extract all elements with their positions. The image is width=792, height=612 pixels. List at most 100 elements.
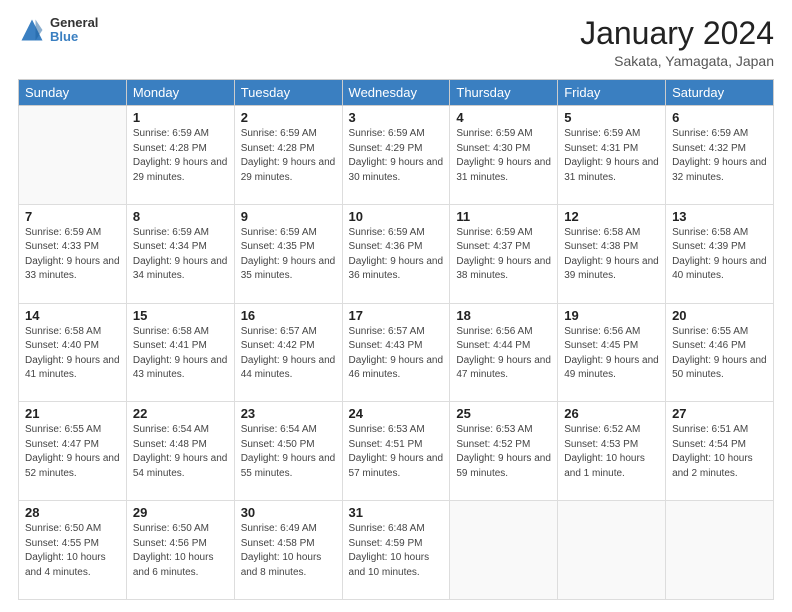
sunrise-text: Sunrise: 6:59 AM: [241, 127, 336, 142]
sunrise-text: Sunrise: 6:59 AM: [133, 226, 228, 241]
daylight-text: Daylight: 9 hours and 36 minutes.: [349, 255, 444, 284]
day-info: Sunrise: 6:55 AMSunset: 4:46 PMDaylight:…: [672, 325, 767, 383]
table-row: [19, 106, 127, 205]
sunset-text: Sunset: 4:32 PM: [672, 142, 767, 157]
sunset-text: Sunset: 4:39 PM: [672, 240, 767, 255]
daylight-text: Daylight: 9 hours and 34 minutes.: [133, 255, 228, 284]
col-sunday: Sunday: [19, 80, 127, 106]
daylight-text: Daylight: 9 hours and 38 minutes.: [456, 255, 551, 284]
sunrise-text: Sunrise: 6:59 AM: [349, 226, 444, 241]
sunrise-text: Sunrise: 6:59 AM: [456, 226, 551, 241]
logo-blue: Blue: [50, 30, 98, 44]
day-number: 15: [133, 308, 228, 323]
day-number: 4: [456, 110, 551, 125]
sunset-text: Sunset: 4:40 PM: [25, 339, 120, 354]
table-row: 10Sunrise: 6:59 AMSunset: 4:36 PMDayligh…: [342, 204, 450, 303]
sunrise-text: Sunrise: 6:54 AM: [241, 423, 336, 438]
table-row: 22Sunrise: 6:54 AMSunset: 4:48 PMDayligh…: [126, 402, 234, 501]
daylight-text: Daylight: 9 hours and 52 minutes.: [25, 452, 120, 481]
sunset-text: Sunset: 4:50 PM: [241, 438, 336, 453]
daylight-text: Daylight: 10 hours and 6 minutes.: [133, 551, 228, 580]
sunrise-text: Sunrise: 6:56 AM: [456, 325, 551, 340]
sunset-text: Sunset: 4:55 PM: [25, 537, 120, 552]
table-row: [558, 501, 666, 600]
sunset-text: Sunset: 4:33 PM: [25, 240, 120, 255]
col-thursday: Thursday: [450, 80, 558, 106]
day-number: 13: [672, 209, 767, 224]
sunrise-text: Sunrise: 6:48 AM: [349, 522, 444, 537]
table-row: 27Sunrise: 6:51 AMSunset: 4:54 PMDayligh…: [666, 402, 774, 501]
day-number: 8: [133, 209, 228, 224]
sunrise-text: Sunrise: 6:55 AM: [25, 423, 120, 438]
day-info: Sunrise: 6:59 AMSunset: 4:35 PMDaylight:…: [241, 226, 336, 284]
main-container: General Blue January 2024 Sakata, Yamaga…: [0, 0, 792, 612]
title-block: January 2024 Sakata, Yamagata, Japan: [580, 16, 774, 69]
sunset-text: Sunset: 4:28 PM: [133, 142, 228, 157]
sunset-text: Sunset: 4:51 PM: [349, 438, 444, 453]
daylight-text: Daylight: 9 hours and 44 minutes.: [241, 354, 336, 383]
main-title: January 2024: [580, 16, 774, 51]
day-info: Sunrise: 6:53 AMSunset: 4:51 PMDaylight:…: [349, 423, 444, 481]
logo: General Blue: [18, 16, 98, 45]
daylight-text: Daylight: 10 hours and 10 minutes.: [349, 551, 444, 580]
day-number: 17: [349, 308, 444, 323]
day-info: Sunrise: 6:49 AMSunset: 4:58 PMDaylight:…: [241, 522, 336, 580]
day-number: 27: [672, 406, 767, 421]
table-row: 31Sunrise: 6:48 AMSunset: 4:59 PMDayligh…: [342, 501, 450, 600]
header: General Blue January 2024 Sakata, Yamaga…: [18, 16, 774, 69]
logo-icon: [18, 16, 46, 44]
day-number: 14: [25, 308, 120, 323]
sunset-text: Sunset: 4:29 PM: [349, 142, 444, 157]
day-info: Sunrise: 6:59 AMSunset: 4:37 PMDaylight:…: [456, 226, 551, 284]
table-row: 16Sunrise: 6:57 AMSunset: 4:42 PMDayligh…: [234, 303, 342, 402]
col-saturday: Saturday: [666, 80, 774, 106]
sunrise-text: Sunrise: 6:58 AM: [564, 226, 659, 241]
daylight-text: Daylight: 10 hours and 4 minutes.: [25, 551, 120, 580]
day-number: 11: [456, 209, 551, 224]
day-number: 16: [241, 308, 336, 323]
daylight-text: Daylight: 9 hours and 29 minutes.: [133, 156, 228, 185]
table-row: 7Sunrise: 6:59 AMSunset: 4:33 PMDaylight…: [19, 204, 127, 303]
day-number: 24: [349, 406, 444, 421]
sunrise-text: Sunrise: 6:55 AM: [672, 325, 767, 340]
table-row: 29Sunrise: 6:50 AMSunset: 4:56 PMDayligh…: [126, 501, 234, 600]
sunset-text: Sunset: 4:47 PM: [25, 438, 120, 453]
day-number: 20: [672, 308, 767, 323]
day-number: 25: [456, 406, 551, 421]
sunrise-text: Sunrise: 6:58 AM: [25, 325, 120, 340]
sunrise-text: Sunrise: 6:59 AM: [241, 226, 336, 241]
daylight-text: Daylight: 9 hours and 59 minutes.: [456, 452, 551, 481]
table-row: 15Sunrise: 6:58 AMSunset: 4:41 PMDayligh…: [126, 303, 234, 402]
day-info: Sunrise: 6:50 AMSunset: 4:55 PMDaylight:…: [25, 522, 120, 580]
daylight-text: Daylight: 9 hours and 31 minutes.: [564, 156, 659, 185]
sunset-text: Sunset: 4:53 PM: [564, 438, 659, 453]
day-number: 6: [672, 110, 767, 125]
daylight-text: Daylight: 9 hours and 40 minutes.: [672, 255, 767, 284]
sunset-text: Sunset: 4:58 PM: [241, 537, 336, 552]
sunrise-text: Sunrise: 6:51 AM: [672, 423, 767, 438]
table-row: 13Sunrise: 6:58 AMSunset: 4:39 PMDayligh…: [666, 204, 774, 303]
day-info: Sunrise: 6:56 AMSunset: 4:44 PMDaylight:…: [456, 325, 551, 383]
table-row: [450, 501, 558, 600]
table-row: 26Sunrise: 6:52 AMSunset: 4:53 PMDayligh…: [558, 402, 666, 501]
day-info: Sunrise: 6:58 AMSunset: 4:40 PMDaylight:…: [25, 325, 120, 383]
day-info: Sunrise: 6:59 AMSunset: 4:31 PMDaylight:…: [564, 127, 659, 185]
sunset-text: Sunset: 4:52 PM: [456, 438, 551, 453]
daylight-text: Daylight: 9 hours and 32 minutes.: [672, 156, 767, 185]
table-row: 9Sunrise: 6:59 AMSunset: 4:35 PMDaylight…: [234, 204, 342, 303]
day-number: 1: [133, 110, 228, 125]
table-row: 21Sunrise: 6:55 AMSunset: 4:47 PMDayligh…: [19, 402, 127, 501]
sunrise-text: Sunrise: 6:52 AM: [564, 423, 659, 438]
subtitle: Sakata, Yamagata, Japan: [580, 53, 774, 69]
daylight-text: Daylight: 9 hours and 43 minutes.: [133, 354, 228, 383]
daylight-text: Daylight: 9 hours and 30 minutes.: [349, 156, 444, 185]
table-row: 17Sunrise: 6:57 AMSunset: 4:43 PMDayligh…: [342, 303, 450, 402]
table-row: 4Sunrise: 6:59 AMSunset: 4:30 PMDaylight…: [450, 106, 558, 205]
daylight-text: Daylight: 9 hours and 54 minutes.: [133, 452, 228, 481]
day-number: 10: [349, 209, 444, 224]
sunset-text: Sunset: 4:30 PM: [456, 142, 551, 157]
day-number: 30: [241, 505, 336, 520]
sunset-text: Sunset: 4:44 PM: [456, 339, 551, 354]
sunrise-text: Sunrise: 6:49 AM: [241, 522, 336, 537]
day-info: Sunrise: 6:56 AMSunset: 4:45 PMDaylight:…: [564, 325, 659, 383]
